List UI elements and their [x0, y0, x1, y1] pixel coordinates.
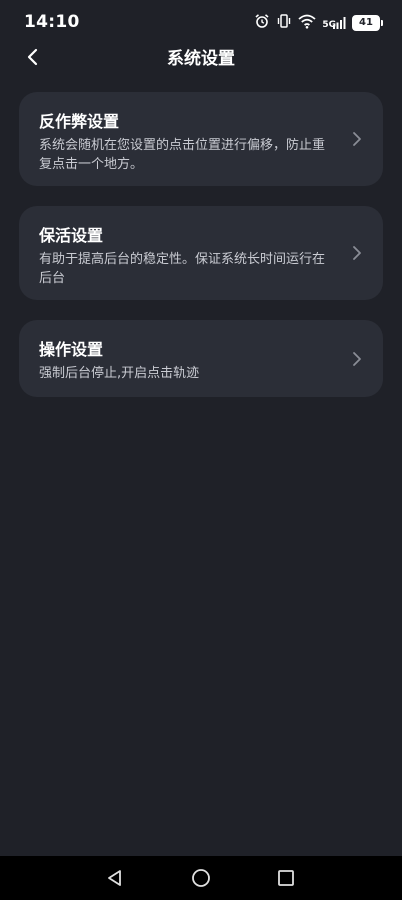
circle-home-icon — [192, 869, 210, 887]
operation-settings-card[interactable]: 操作设置 强制后台停止,开启点击轨迹 — [19, 320, 383, 397]
system-nav-bar — [0, 856, 402, 900]
nav-home-button[interactable] — [190, 867, 212, 889]
wifi-icon — [298, 13, 316, 33]
triangle-back-icon — [108, 870, 121, 886]
card-title: 操作设置 — [39, 340, 104, 359]
chevron-right-icon — [353, 132, 361, 146]
signal-bars-icon — [333, 17, 346, 29]
nav-recents-button[interactable] — [275, 867, 297, 889]
header: 系统设置 — [0, 36, 402, 76]
chevron-right-icon — [353, 246, 361, 260]
nav-back-button[interactable] — [104, 867, 126, 889]
status-time: 14:10 — [24, 12, 80, 32]
card-description: 系统会随机在您设置的点击位置进行偏移，防止重复点击一个地方。 — [39, 138, 326, 172]
keep-alive-settings-card[interactable]: 保活设置 有助于提高后台的稳定性。保证系统长时间运行在后台 — [19, 206, 383, 300]
card-title: 反作弊设置 — [39, 112, 120, 131]
card-title: 保活设置 — [39, 226, 104, 245]
status-icons: 5G 41 — [254, 13, 383, 33]
chevron-right-icon — [353, 351, 361, 366]
anti-cheat-settings-card[interactable]: 反作弊设置 系统会随机在您设置的点击位置进行偏移，防止重复点击一个地方。 — [19, 92, 383, 186]
card-description: 有助于提高后台的稳定性。保证系统长时间运行在后台 — [39, 252, 326, 286]
vibrate-icon — [276, 13, 292, 33]
square-recents-icon — [278, 870, 294, 886]
cellular-signal: 5G — [322, 16, 346, 30]
card-description: 强制后台停止,开启点击轨迹 — [39, 366, 200, 381]
battery-indicator: 41 — [352, 15, 383, 31]
page-title: 系统设置 — [167, 49, 235, 69]
alarm-icon — [254, 13, 270, 33]
